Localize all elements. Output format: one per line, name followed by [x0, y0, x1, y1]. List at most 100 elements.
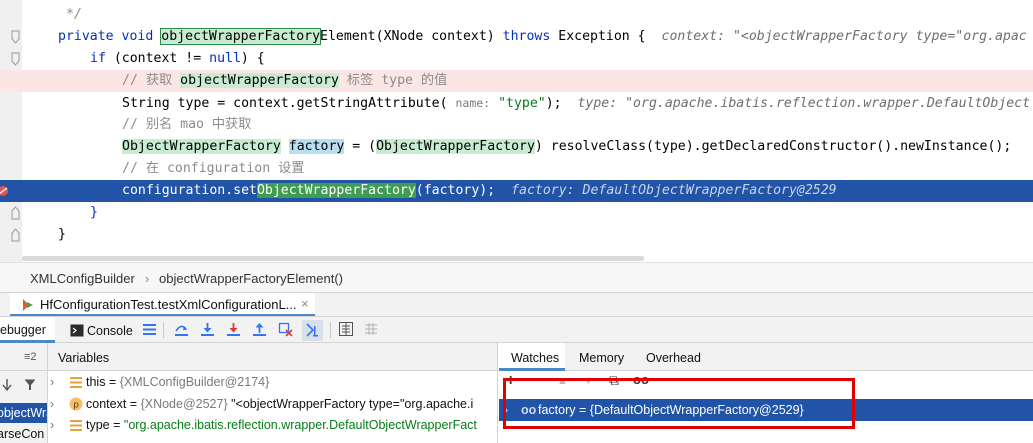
code-editor[interactable]: */ private void objectWrapperFactoryElem…: [0, 0, 1033, 262]
closing-brace: }: [90, 205, 98, 220]
code-line[interactable]: String type = context.getStringAttribute…: [0, 92, 1033, 114]
code-line[interactable]: }: [0, 224, 1033, 246]
closing-brace: }: [58, 227, 66, 242]
keyword: throws: [502, 29, 551, 44]
code-text: );: [545, 96, 562, 111]
tab-label: Watches: [511, 351, 560, 365]
funnel-icon[interactable]: [24, 379, 36, 391]
close-icon[interactable]: ×: [301, 296, 309, 311]
step-out-icon[interactable]: [252, 322, 267, 337]
method-declaration: private void objectWrapperFactoryElement…: [58, 26, 1027, 48]
variable-extra: "<objectWrapperFactory type="org.apache.…: [227, 397, 474, 411]
variable-highlight: factory: [288, 139, 345, 154]
code-line[interactable]: // 在 configuration 设置: [0, 158, 1033, 180]
code-line[interactable]: */: [0, 4, 1033, 26]
tab-watches[interactable]: Watches: [499, 343, 565, 371]
variable-row[interactable]: › p context = {XNode@2527} "<objectWrapp…: [48, 394, 497, 415]
annotation-highlight-box: [503, 378, 855, 429]
comment-line: // 在 configuration 设置: [122, 161, 305, 176]
frames-panel: ≡2 objectWra arseCon: [0, 343, 48, 443]
step-over-icon[interactable]: [174, 322, 189, 337]
variable-value: {XNode@2527}: [140, 397, 228, 411]
frame-item[interactable]: arseCon: [0, 424, 47, 443]
variable-entry: type = "org.apache.ibatis.reflection.wra…: [86, 415, 477, 436]
evaluate-expression-icon[interactable]: [339, 322, 354, 337]
watches-tabbar: Watches Memory Overhead: [499, 343, 1033, 371]
code-line[interactable]: private void objectWrapperFactoryElement…: [0, 26, 1033, 48]
code-line[interactable]: if (context != null) {: [0, 48, 1033, 70]
breadcrumb-class[interactable]: XMLConfigBuilder: [30, 271, 135, 286]
code-line[interactable]: }: [0, 202, 1033, 224]
comment-suffix: 标签 type 的值: [338, 73, 448, 88]
code-text: (factory);: [415, 183, 496, 198]
svg-text:p: p: [73, 401, 79, 411]
exception-type: Exception {: [558, 29, 646, 44]
variable-row[interactable]: › this = {XMLConfigBuilder@2174}: [48, 372, 497, 393]
usage-highlight: ObjectWrapperFactory: [256, 183, 416, 198]
frame-label: arseCon: [0, 427, 45, 441]
inline-debug-hint: factory: DefaultObjectWrapperFactory@252…: [511, 183, 837, 198]
expand-arrow-icon[interactable]: ›: [50, 415, 54, 436]
expand-arrow-icon[interactable]: ›: [50, 394, 54, 415]
console-icon: [70, 324, 84, 337]
code-text: ) resolveClass(type).getDeclaredConstruc…: [534, 139, 1012, 154]
code-line[interactable]: ObjectWrapperFactory factory = (ObjectWr…: [0, 136, 1033, 158]
condition-close: ) {: [240, 51, 265, 66]
method-signature: Element(XNode context): [320, 29, 495, 44]
code-line-breakpoint[interactable]: // 获取 objectWrapperFactory 标签 type 的值: [0, 70, 1033, 92]
debug-session-tab[interactable]: HfConfigurationTest.testXmlConfiguration…: [10, 293, 315, 317]
debugger-toolbar: ebugger Console: [0, 316, 1033, 343]
variable-value: "org.apache.ibatis.reflection.wrapper.De…: [123, 418, 477, 432]
menu-icon[interactable]: [143, 323, 158, 338]
breadcrumb-method[interactable]: objectWrapperFactoryElement(): [159, 271, 343, 286]
field-list-icon: [70, 377, 82, 388]
parameter-hint: name:: [455, 96, 491, 110]
comment-text: */: [66, 7, 82, 22]
toolbar-separator: [330, 322, 331, 338]
current-execution-line[interactable]: configuration.setObjectWrapperFactory(fa…: [0, 180, 1033, 202]
variables-title: Variables: [58, 351, 110, 365]
code-line[interactable]: // 别名 mao 中获取: [0, 114, 1033, 136]
debugger-tab-label: ebugger: [0, 323, 46, 337]
field-list-icon: [70, 420, 82, 431]
string-literal: "type": [498, 96, 546, 111]
if-statement: if (context != null) {: [90, 48, 265, 70]
keyword: null: [209, 51, 241, 66]
keyword: if: [90, 51, 106, 66]
variable-row[interactable]: › type = "org.apache.ibatis.reflection.w…: [48, 415, 497, 436]
variable-eq: =: [126, 397, 141, 411]
code-text: = (: [344, 139, 377, 154]
statement: ObjectWrapperFactory factory = (ObjectWr…: [122, 136, 1011, 158]
variable-row[interactable]: ›: [48, 436, 497, 443]
expand-arrow-icon[interactable]: ›: [50, 372, 54, 393]
variables-panel: Variables › this = {XMLConfigBuilder@217…: [48, 343, 498, 443]
watches-panel: Watches Memory Overhead + − ▲ ▼ ⧉ oo › o…: [499, 343, 1033, 443]
code-text: configuration.set: [122, 183, 257, 198]
console-tab[interactable]: Console: [87, 324, 133, 338]
inline-debug-hint: context: "<objectWrapperFactory type="or…: [661, 29, 1027, 44]
tab-memory[interactable]: Memory: [579, 351, 624, 365]
expand-arrow-icon[interactable]: ›: [50, 436, 54, 443]
filter-icon[interactable]: ≡2: [24, 351, 37, 363]
variable-entry: this = {XMLConfigBuilder@2174}: [86, 372, 269, 393]
type-highlight: ObjectWrapperFactory: [122, 139, 281, 154]
keyword: private: [58, 29, 114, 44]
comment-line: // 别名 mao 中获取: [122, 117, 252, 132]
breakpoint-hit-icon[interactable]: [0, 185, 9, 197]
session-tab-label: HfConfigurationTest.testXmlConfiguration…: [40, 297, 297, 312]
run-to-cursor-button[interactable]: [302, 320, 323, 341]
statement: configuration.setObjectWrapperFactory(fa…: [122, 180, 837, 202]
variables-header: Variables: [48, 343, 497, 371]
step-into-icon[interactable]: [200, 322, 215, 337]
force-step-into-icon[interactable]: [226, 322, 241, 337]
frame-item-selected[interactable]: objectWra: [0, 403, 47, 423]
editor-horizontal-scrollbar[interactable]: [22, 256, 644, 261]
toolbar-separator: [163, 322, 164, 338]
debugger-tab[interactable]: ebugger: [0, 317, 55, 343]
drop-frame-icon[interactable]: [278, 322, 293, 337]
trace-stream-icon[interactable]: [364, 322, 379, 337]
tab-overhead[interactable]: Overhead: [646, 351, 701, 365]
statement: String type = context.getStringAttribute…: [122, 92, 1030, 114]
keyword: void: [121, 29, 154, 44]
arrow-down-icon[interactable]: [2, 378, 12, 392]
